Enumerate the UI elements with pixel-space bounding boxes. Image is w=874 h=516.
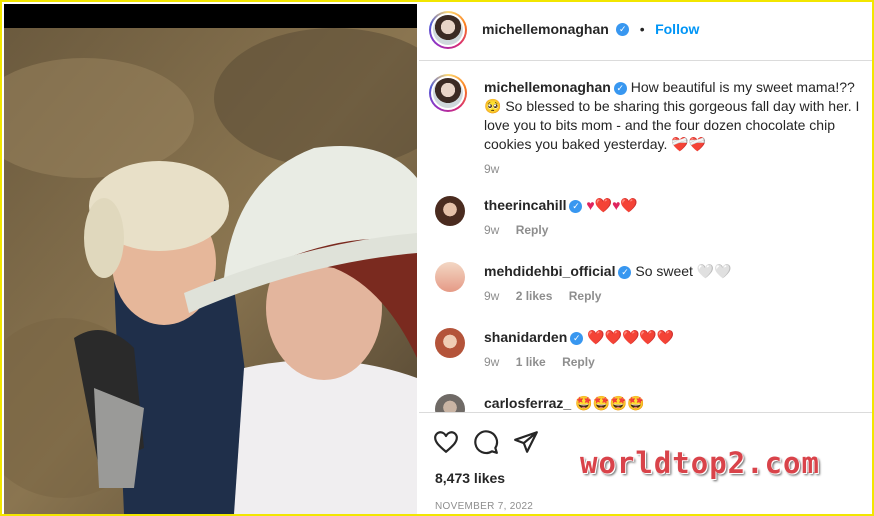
comment-username[interactable]: mehdidehbi_official: [484, 263, 615, 279]
comment-avatar[interactable]: [435, 394, 465, 412]
comment-reply-button[interactable]: Reply: [562, 355, 595, 369]
post-date: NOVEMBER 7, 2022: [435, 501, 534, 512]
post-caption: michellemonaghan ✓ How beautiful is my sw…: [484, 78, 869, 179]
post-photo: [4, 4, 417, 514]
comment-time: 9w: [484, 289, 500, 303]
comment-likes[interactable]: 2 likes: [516, 289, 553, 303]
photo-top-bar: [4, 4, 417, 28]
photo-image: [4, 28, 417, 514]
verified-icon: ✓: [570, 331, 584, 345]
comment-text: So sweet 🤍🤍: [635, 263, 732, 279]
verified-icon: ✓: [616, 23, 630, 37]
comment-username[interactable]: shanidarden: [484, 329, 567, 345]
comment-avatar[interactable]: [435, 328, 465, 358]
comment-text: 🤩🤩🤩🤩: [575, 395, 645, 411]
comment-username[interactable]: theerincahill: [484, 197, 566, 213]
comment-username[interactable]: carlosferraz_: [484, 395, 571, 411]
likes-count[interactable]: 8,473 likes: [435, 470, 505, 486]
follow-button[interactable]: Follow: [655, 21, 699, 37]
post-header: michellemonaghan ✓ • Follow: [419, 4, 872, 61]
comment-text: ♥❤️♥❤️: [586, 197, 638, 213]
comment-time: 9w: [484, 223, 500, 237]
comment-icon[interactable]: [473, 429, 499, 455]
verified-icon: ✓: [618, 265, 632, 279]
heart-icon[interactable]: [433, 429, 459, 455]
author-avatar[interactable]: [429, 11, 467, 49]
comment-avatar[interactable]: [435, 262, 465, 292]
comment-item: carlosferraz_ 🤩🤩🤩🤩: [419, 392, 872, 412]
screenshot-frame: michellemonaghan ✓ • Follow michellemona…: [0, 0, 874, 516]
verified-icon: ✓: [613, 81, 627, 95]
comment-time: 9w: [484, 355, 500, 369]
caption-author-avatar[interactable]: [429, 74, 467, 112]
caption-time: 9w: [484, 162, 500, 176]
comment-avatar[interactable]: [435, 196, 465, 226]
comment-reply-button[interactable]: Reply: [569, 289, 602, 303]
watermark-text: worldtop2.com: [580, 446, 820, 480]
comment-likes[interactable]: 1 like: [516, 355, 546, 369]
verified-icon: ✓: [569, 199, 583, 213]
header-separator: •: [639, 21, 645, 37]
post-detail-panel: michellemonaghan ✓ • Follow michellemona…: [419, 4, 872, 514]
share-icon[interactable]: [513, 429, 539, 455]
caption-author-username[interactable]: michellemonaghan: [484, 79, 611, 95]
author-username[interactable]: michellemonaghan: [482, 21, 609, 37]
comment-text: ❤️❤️❤️❤️❤️: [587, 329, 675, 345]
comment-reply-button[interactable]: Reply: [516, 223, 549, 237]
